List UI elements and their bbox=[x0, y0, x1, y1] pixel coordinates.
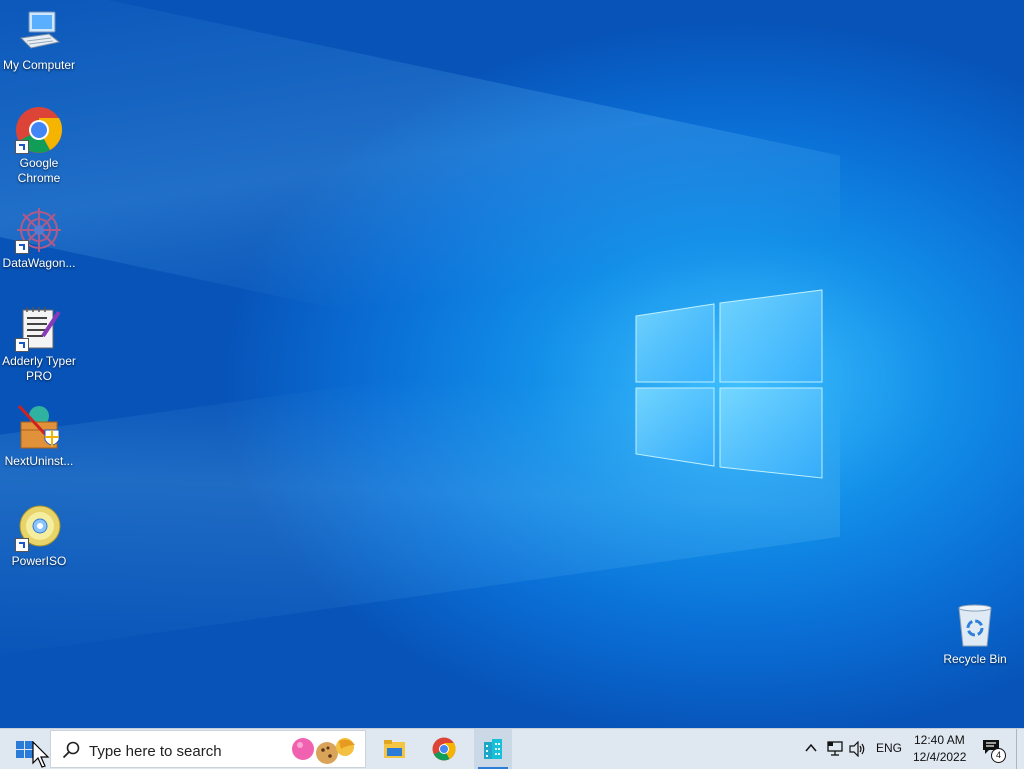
desktop-icon-recycle-bin[interactable]: Recycle Bin bbox=[936, 602, 1014, 667]
desktop-icon-label: Recycle Bin bbox=[943, 652, 1007, 666]
language-indicator: ENG bbox=[876, 741, 903, 755]
taskbar-file-explorer[interactable] bbox=[376, 729, 412, 769]
show-desktop-button[interactable] bbox=[1016, 729, 1024, 769]
building-app-icon bbox=[484, 739, 502, 759]
clock-time: 12:40 AM bbox=[914, 733, 965, 747]
search-input[interactable] bbox=[87, 739, 271, 763]
chevron-up-icon bbox=[805, 743, 817, 752]
taskbar: ENG 12:40 AM 12/4/2022 4 bbox=[0, 728, 1024, 769]
notepad-icon bbox=[15, 304, 63, 352]
mouse-cursor-icon bbox=[32, 741, 50, 768]
desktop-icon-label: My Computer bbox=[2, 58, 76, 72]
network-button[interactable] bbox=[824, 729, 846, 769]
desktop[interactable]: My Computer Google Chrome DataWagon... A… bbox=[0, 0, 1024, 728]
volume-button[interactable] bbox=[847, 729, 869, 769]
uninstaller-icon bbox=[15, 404, 63, 452]
speaker-icon bbox=[849, 741, 865, 757]
shortcut-arrow-icon bbox=[15, 338, 29, 352]
datawagon-icon bbox=[15, 206, 63, 254]
search-box[interactable] bbox=[50, 730, 366, 768]
windows-start-icon bbox=[16, 741, 33, 758]
desktop-icon-datawagon[interactable]: DataWagon... bbox=[0, 206, 78, 271]
desktop-icon-label: Google Chrome bbox=[17, 156, 61, 185]
action-center-button[interactable]: 4 bbox=[976, 729, 1010, 769]
desktop-icon-label: Adderly Typer PRO bbox=[2, 354, 76, 383]
desktop-icon-label: NextUninst... bbox=[4, 454, 74, 468]
windows-logo-wallpaper bbox=[635, 289, 823, 479]
recycle-bin-icon bbox=[951, 602, 999, 650]
shortcut-arrow-icon bbox=[15, 240, 29, 254]
taskbar-chrome[interactable] bbox=[426, 729, 462, 769]
search-highlight-cookies-icon bbox=[292, 738, 355, 764]
shortcut-arrow-icon bbox=[15, 538, 29, 552]
network-icon bbox=[827, 741, 843, 756]
desktop-icon-adderly-typer-pro[interactable]: Adderly Typer PRO bbox=[0, 304, 78, 384]
disc-icon bbox=[15, 504, 63, 552]
computer-icon bbox=[15, 8, 63, 56]
show-hidden-icons-button[interactable] bbox=[800, 729, 822, 769]
search-icon bbox=[62, 741, 80, 759]
file-explorer-icon bbox=[384, 740, 405, 758]
desktop-icon-label: DataWagon... bbox=[2, 256, 76, 270]
language-button[interactable]: ENG bbox=[872, 729, 904, 769]
taskbar-active-app[interactable] bbox=[474, 729, 512, 769]
shortcut-arrow-icon bbox=[15, 140, 29, 154]
desktop-icon-my-computer[interactable]: My Computer bbox=[0, 8, 78, 73]
notification-count-badge: 4 bbox=[991, 748, 1006, 763]
chrome-icon bbox=[432, 737, 456, 761]
clock-button[interactable]: 12:40 AM 12/4/2022 bbox=[906, 729, 972, 769]
desktop-icon-label: PowerISO bbox=[11, 554, 67, 568]
clock-date: 12/4/2022 bbox=[913, 750, 967, 764]
desktop-icon-poweriso[interactable]: PowerISO bbox=[0, 504, 78, 569]
desktop-icon-nextuninstaller[interactable]: NextUninst... bbox=[0, 404, 78, 469]
chrome-icon bbox=[15, 106, 63, 154]
desktop-icon-google-chrome[interactable]: Google Chrome bbox=[0, 106, 78, 186]
